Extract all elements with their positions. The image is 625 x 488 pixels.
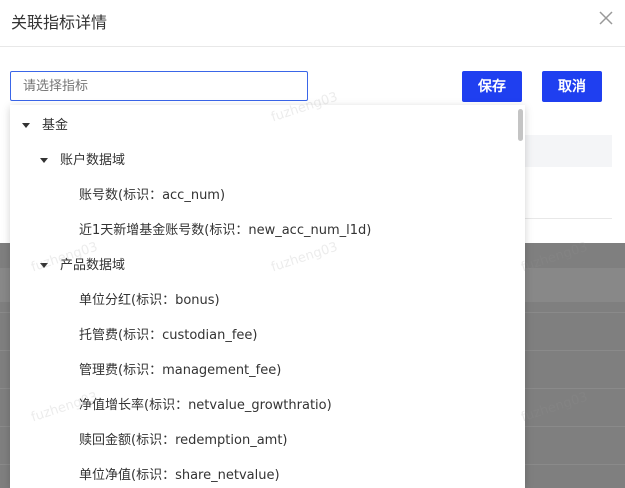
tree-node-label: 净值增长率(标识：netvalue_growthratio) bbox=[79, 398, 332, 413]
tree-node-leaf[interactable]: 托管费(标识：custodian_fee) bbox=[10, 318, 515, 353]
tree-node-label: 赎回金额(标识：redemption_amt) bbox=[79, 433, 288, 448]
caret-down-icon[interactable] bbox=[22, 123, 30, 128]
tree-node-leaf[interactable]: 赎回金额(标识：redemption_amt) bbox=[10, 423, 515, 458]
tree-node-leaf[interactable]: 单位分红(标识：bonus) bbox=[10, 283, 515, 318]
tree-node-label: 近1天新增基金账号数(标识：new_acc_num_l1d) bbox=[79, 223, 372, 238]
tree-node-label: 单位净值(标识：share_netvalue) bbox=[79, 468, 280, 483]
tree-node-label: 产品数据域 bbox=[60, 258, 126, 273]
tree-node-label: 基金 bbox=[42, 118, 69, 133]
modal-header: 关联指标详情 bbox=[0, 0, 625, 47]
tree-node-group[interactable]: 产品数据域 bbox=[10, 248, 515, 283]
tree-node-leaf[interactable]: 近1天新增基金账号数(标识：new_acc_num_l1d) bbox=[10, 213, 515, 248]
caret-down-icon[interactable] bbox=[40, 158, 48, 163]
tree-node-label: 账户数据域 bbox=[60, 153, 126, 168]
modal-title: 关联指标详情 bbox=[11, 13, 108, 32]
tree-node-group[interactable]: 账户数据域 bbox=[10, 143, 515, 178]
close-icon[interactable] bbox=[597, 8, 615, 28]
metric-tree-dropdown: 基金 账户数据域 账号数(标识：acc_num) 近1天新增基金账号数(标识：n… bbox=[10, 105, 525, 488]
cancel-button[interactable]: 取消 bbox=[542, 71, 602, 102]
metric-select-input[interactable] bbox=[10, 71, 308, 101]
dropdown-scrollbar[interactable] bbox=[518, 109, 523, 141]
caret-down-icon[interactable] bbox=[40, 263, 48, 268]
table-header bbox=[525, 135, 612, 167]
tree-node-leaf[interactable]: 管理费(标识：management_fee) bbox=[10, 353, 515, 388]
save-button[interactable]: 保存 bbox=[462, 71, 522, 102]
tree-node-leaf[interactable]: 单位净值(标识：share_netvalue) bbox=[10, 458, 515, 488]
table-row-divider bbox=[525, 218, 612, 219]
tree-node-label: 托管费(标识：custodian_fee) bbox=[79, 328, 258, 343]
tree-node-root[interactable]: 基金 bbox=[10, 108, 515, 143]
tree-node-label: 管理费(标识：management_fee) bbox=[79, 363, 282, 378]
tree-node-label: 账号数(标识：acc_num) bbox=[79, 188, 226, 203]
tree-node-leaf[interactable]: 净值增长率(标识：netvalue_growthratio) bbox=[10, 388, 515, 423]
tree-node-leaf[interactable]: 账号数(标识：acc_num) bbox=[10, 178, 515, 213]
tree-node-label: 单位分红(标识：bonus) bbox=[79, 293, 220, 308]
